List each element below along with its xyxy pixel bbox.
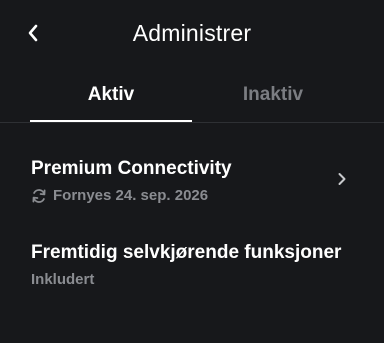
tab-bar: Aktiv Inaktiv	[0, 70, 384, 122]
subscription-title: Fremtidig selvkjørende funksjoner	[31, 242, 342, 263]
chevron-right-icon	[335, 171, 349, 187]
subscription-subtitle: Inkludert	[31, 271, 95, 288]
tab-inaktiv[interactable]: Inaktiv	[192, 84, 354, 106]
subscription-renewal: Fornyes 24. sep. 2026	[31, 187, 208, 204]
refresh-icon	[31, 188, 47, 204]
tab-aktiv[interactable]: Aktiv	[30, 84, 192, 106]
subscription-subtitle: Fornyes 24. sep. 2026	[53, 187, 209, 204]
subscription-item-premium-connectivity[interactable]: Premium Connectivity Fornyes 24. sep. 20…	[0, 150, 384, 214]
subscription-title: Premium Connectivity	[31, 158, 232, 179]
page-title: Administrer	[132, 20, 252, 46]
active-tab-indicator	[30, 120, 192, 122]
subscription-item-self-driving: Fremtidig selvkjørende funksjoner Inklud…	[0, 238, 384, 298]
header: Administrer	[0, 0, 384, 68]
tabs-divider	[0, 122, 384, 123]
